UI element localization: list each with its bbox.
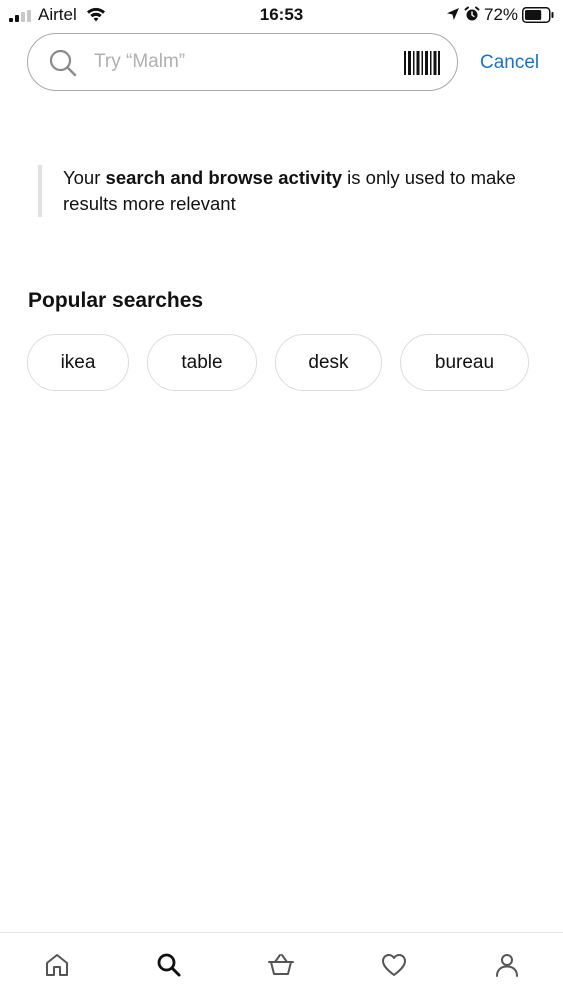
location-arrow-icon	[447, 8, 459, 20]
search-icon	[49, 49, 77, 77]
search-bar[interactable]	[27, 33, 458, 91]
search-input[interactable]	[94, 44, 384, 80]
basket-icon[interactable]	[267, 951, 295, 979]
home-icon[interactable]	[43, 951, 71, 979]
alarm-clock-icon	[464, 6, 480, 21]
battery-percentage: 72%	[484, 5, 519, 24]
notice-text-prefix: Your	[63, 167, 106, 188]
popular-searches-title: Popular searches	[28, 289, 204, 312]
privacy-notice: Your search and browse activity is only …	[38, 165, 533, 217]
bottom-tab-bar	[0, 932, 563, 1000]
profile-icon[interactable]	[493, 951, 521, 979]
chip-bureau[interactable]: bureau	[400, 334, 529, 391]
chip-table[interactable]: table	[147, 334, 257, 391]
chip-desk[interactable]: desk	[275, 334, 382, 391]
cancel-button[interactable]: Cancel	[480, 48, 539, 78]
chip-ikea[interactable]: ikea	[27, 334, 129, 391]
battery-icon	[522, 7, 554, 23]
status-bar: Airtel 16:53 72%	[0, 0, 563, 30]
search-tab-icon[interactable]	[155, 951, 183, 979]
heart-icon[interactable]	[380, 951, 408, 979]
barcode-scanner-icon[interactable]	[404, 51, 440, 75]
notice-text-bold: search and browse activity	[105, 167, 343, 188]
